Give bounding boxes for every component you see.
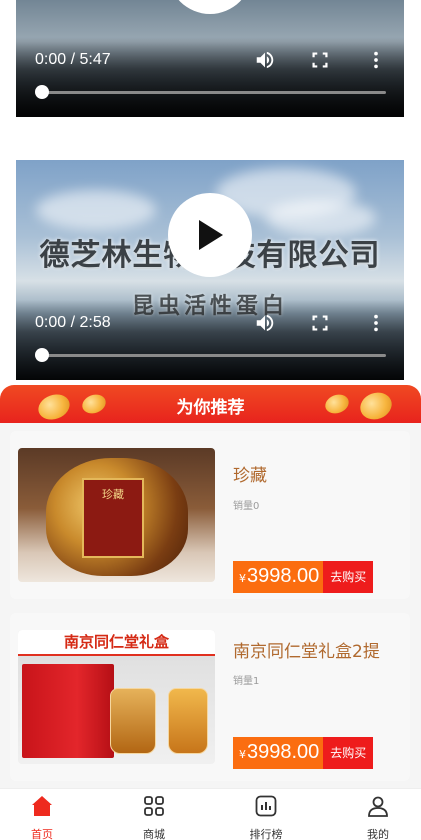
progress-handle[interactable] <box>35 348 49 362</box>
price-amount: 3998.00 <box>247 741 320 763</box>
product-list: 珍藏 珍藏 销量0 ¥ 3998.00 去购买 南京同仁堂礼盒 南京同仁堂礼盒2… <box>0 423 421 788</box>
tab-ranking[interactable]: 排行榜 <box>226 793 306 840</box>
home-icon <box>32 796 52 816</box>
product-image[interactable]: 珍藏 <box>18 448 215 582</box>
chart-icon <box>255 795 277 817</box>
page: 0:00 / 5:47 德芝林生物科技有限公司 昆虫活性蛋白 0:00 <box>0 0 421 840</box>
product-image[interactable]: 南京同仁堂礼盒 <box>18 630 215 764</box>
video-time: 0:00 / 2:58 <box>35 314 111 331</box>
currency-symbol: ¥ <box>239 572 246 585</box>
buy-button[interactable]: 去购买 <box>323 561 374 593</box>
fullscreen-icon[interactable] <box>309 49 331 71</box>
video-time: 0:00 / 5:47 <box>35 51 111 68</box>
price-tag: ¥ 3998.00 <box>233 737 324 769</box>
tab-label: 我的 <box>367 828 389 840</box>
tab-mine[interactable]: 我的 <box>338 793 418 840</box>
volume-icon[interactable] <box>254 49 276 71</box>
tab-label: 首页 <box>31 828 53 840</box>
price-row: ¥ 3998.00 去购买 <box>233 737 374 769</box>
play-icon <box>199 220 223 250</box>
product-image-label: 珍藏 <box>82 478 144 558</box>
progress-track[interactable] <box>42 354 386 357</box>
buy-button[interactable]: 去购买 <box>323 737 374 769</box>
fullscreen-icon[interactable] <box>309 312 331 334</box>
recommend-title: 为你推荐 <box>176 398 245 418</box>
price-tag: ¥ 3998.00 <box>233 561 324 593</box>
product-image-label: 南京同仁堂礼盒 <box>18 630 215 656</box>
tab-mall[interactable]: 商城 <box>114 793 194 840</box>
progress-handle[interactable] <box>35 85 49 99</box>
bottle-illustration <box>168 688 208 754</box>
video-controls: 0:00 / 2:58 <box>16 300 404 380</box>
video-player-1[interactable]: 0:00 / 5:47 <box>16 0 404 117</box>
more-options-icon[interactable] <box>365 312 387 334</box>
video-player-2[interactable]: 德芝林生物科技有限公司 昆虫活性蛋白 0:00 / 2:58 <box>16 160 404 380</box>
product-name[interactable]: 珍藏 <box>233 461 267 486</box>
user-icon <box>368 796 388 817</box>
tab-label: 商城 <box>143 828 165 840</box>
tab-label: 排行榜 <box>249 828 283 840</box>
play-button[interactable] <box>168 193 252 277</box>
price-row: ¥ 3998.00 去购买 <box>233 561 374 593</box>
video-controls: 0:00 / 5:47 <box>16 37 404 117</box>
tab-home[interactable]: 首页 <box>2 793 82 840</box>
volume-icon[interactable] <box>254 312 276 334</box>
price-amount: 3998.00 <box>247 565 320 587</box>
product-name[interactable]: 南京同仁堂礼盒2提 <box>233 637 380 662</box>
product-card[interactable]: 南京同仁堂礼盒 南京同仁堂礼盒2提 销量1 ¥ 3998.00 去购买 <box>10 613 410 781</box>
giftbox-illustration <box>22 664 114 758</box>
progress-track[interactable] <box>42 91 386 94</box>
bottle-illustration <box>110 688 156 754</box>
recommend-header: 为你推荐 <box>0 385 421 423</box>
bottom-tab-bar: 首页 商城 排行榜 我的 <box>0 788 421 840</box>
more-options-icon[interactable] <box>365 49 387 71</box>
grid-icon <box>144 796 164 816</box>
product-card[interactable]: 珍藏 珍藏 销量0 ¥ 3998.00 去购买 <box>10 431 410 599</box>
product-sales: 销量0 <box>233 501 260 512</box>
currency-symbol: ¥ <box>239 748 246 761</box>
product-sales: 销量1 <box>233 676 260 687</box>
